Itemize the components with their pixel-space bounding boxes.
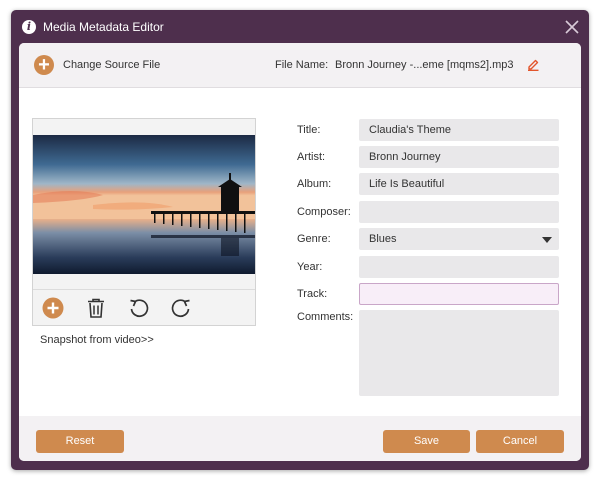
close-icon[interactable] bbox=[563, 18, 581, 36]
edit-pencil-icon[interactable] bbox=[526, 57, 540, 71]
cover-toolbar bbox=[33, 289, 255, 326]
year-input[interactable] bbox=[359, 256, 559, 278]
track-label: Track: bbox=[297, 288, 328, 300]
cancel-button[interactable]: Cancel bbox=[476, 430, 564, 453]
dropdown-arrow-icon[interactable] bbox=[542, 237, 552, 243]
add-icon[interactable] bbox=[41, 296, 65, 320]
file-name-value: Bronn Journey -...eme [mqms2].mp3 bbox=[335, 59, 514, 71]
snapshot-from-video-link[interactable]: Snapshot from video>> bbox=[40, 334, 154, 346]
change-source-button[interactable]: Change Source File bbox=[63, 59, 160, 71]
title-bar: i Media Metadata Editor bbox=[11, 10, 589, 44]
title-label: Title: bbox=[297, 124, 321, 136]
year-label: Year: bbox=[297, 261, 323, 273]
editor-content: + Change Source File File Name: Bronn Jo… bbox=[19, 43, 581, 461]
cover-art-image[interactable] bbox=[33, 135, 255, 274]
metadata-form-area: Snapshot from video>> Title: Claudia's T… bbox=[19, 88, 581, 416]
reset-button[interactable]: Reset bbox=[36, 430, 124, 453]
cover-art-panel bbox=[32, 118, 256, 326]
genre-value: Blues bbox=[369, 233, 397, 245]
genre-select[interactable]: Blues bbox=[359, 228, 559, 250]
info-icon: i bbox=[22, 20, 36, 34]
track-input[interactable] bbox=[359, 283, 559, 305]
dialog-footer: Reset Save Cancel bbox=[19, 416, 581, 461]
artist-input[interactable]: Bronn Journey bbox=[359, 146, 559, 168]
comments-textarea[interactable] bbox=[359, 310, 559, 396]
title-input[interactable]: Claudia's Theme bbox=[359, 119, 559, 141]
artist-label: Artist: bbox=[297, 151, 326, 163]
comments-label: Comments: bbox=[297, 311, 354, 323]
rotate-left-icon[interactable] bbox=[127, 296, 151, 320]
window-title: Media Metadata Editor bbox=[43, 20, 164, 34]
rotate-right-icon[interactable] bbox=[169, 296, 193, 320]
source-header: + Change Source File File Name: Bronn Jo… bbox=[19, 43, 581, 88]
trash-icon[interactable] bbox=[84, 296, 108, 320]
album-input[interactable]: Life Is Beautiful bbox=[359, 173, 559, 195]
metadata-editor-window: i Media Metadata Editor + Change Source … bbox=[11, 10, 589, 470]
save-button[interactable]: Save bbox=[383, 430, 470, 453]
file-name-label: File Name: bbox=[275, 59, 329, 71]
album-label: Album: bbox=[297, 178, 332, 190]
add-source-icon[interactable]: + bbox=[34, 55, 54, 75]
genre-label: Genre: bbox=[297, 233, 331, 245]
composer-input[interactable] bbox=[359, 201, 559, 223]
composer-label: Composer: bbox=[297, 206, 351, 218]
